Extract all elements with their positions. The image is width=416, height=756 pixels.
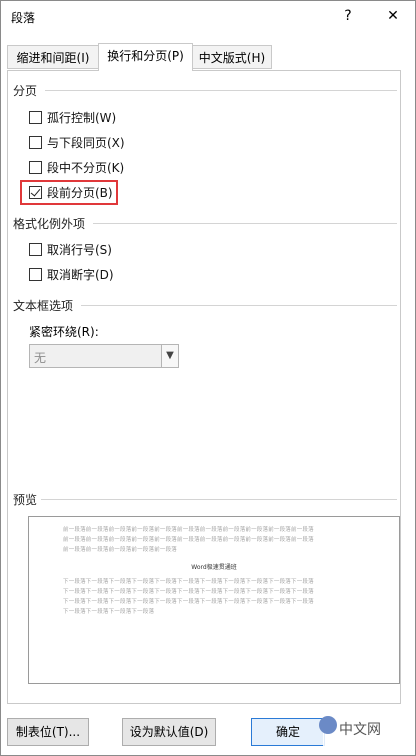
- preview-next-line: 下一段落下一段落下一段落下一段落下一段落下一段落下一段落下一段落下一段落下一段落…: [63, 579, 314, 585]
- tab-asian-typography[interactable]: 中文版式(H): [192, 45, 272, 69]
- divider: [45, 90, 397, 91]
- checkbox-suppress-line-numbers[interactable]: 取消行号(S): [29, 240, 112, 258]
- tight-wrap-value: 无: [34, 351, 47, 365]
- preview-current-text: Word极速贯通班: [191, 564, 237, 571]
- checkbox-label: 取消行号(S): [47, 242, 112, 257]
- divider: [81, 305, 397, 306]
- watermark-text: 中文网: [339, 722, 381, 738]
- tight-wrap-label: 紧密环绕(R):: [29, 325, 99, 339]
- chevron-down-icon[interactable]: ▼: [161, 345, 178, 367]
- checkbox-box[interactable]: [29, 110, 42, 124]
- tab-line-page-breaks[interactable]: 换行和分页(P): [98, 43, 193, 71]
- highlight-box: [20, 180, 118, 205]
- checkbox-box[interactable]: [29, 135, 42, 149]
- preview-prev-line: 前一段落前一段落前一段落前一段落前一段落: [63, 547, 178, 553]
- tab-indents-spacing[interactable]: 缩进和间距(I): [7, 45, 99, 69]
- dialog-title: 段落: [11, 11, 36, 25]
- preview-next-line: 下一段落下一段落下一段落下一段落下一段落下一段落下一段落下一段落下一段落下一段落…: [63, 589, 314, 595]
- checkbox-box[interactable]: [29, 267, 42, 281]
- preview-prev-line: 前一段落前一段落前一段落前一段落前一段落前一段落前一段落前一段落前一段落前一段落…: [63, 527, 314, 533]
- checkbox-keep-lines-together[interactable]: 段中不分页(K): [29, 158, 124, 176]
- tab-bar: 缩进和间距(I) 换行和分页(P) 中文版式(H): [1, 41, 415, 71]
- preview-prev-line: 前一段落前一段落前一段落前一段落前一段落前一段落前一段落前一段落前一段落前一段落…: [63, 537, 314, 543]
- divider: [93, 223, 397, 224]
- checkbox-label: 与下段同页(X): [47, 135, 125, 150]
- section-format-exceptions: 格式化例外项: [13, 217, 86, 231]
- checkbox-box[interactable]: [29, 160, 42, 174]
- title-bar: 段落 ? ✕: [1, 1, 415, 33]
- section-textbox-options: 文本框选项: [13, 299, 74, 313]
- help-button[interactable]: ?: [337, 5, 359, 27]
- preview-next-line: 下一段落下一段落下一段落下一段落下一段落下一段落下一段落下一段落下一段落下一段落…: [63, 599, 314, 605]
- checkbox-label: 孤行控制(W): [47, 110, 117, 125]
- paragraph-dialog: 段落 ? ✕ 缩进和间距(I) 换行和分页(P) 中文版式(H) 分页 孤行控制…: [0, 0, 416, 756]
- section-pagination: 分页: [13, 84, 38, 98]
- divider: [41, 499, 397, 500]
- set-default-button[interactable]: 设为默认值(D): [122, 718, 216, 746]
- close-button[interactable]: ✕: [381, 5, 405, 27]
- preview-next-line: 下一段落下一段落下一段落下一段落: [63, 609, 155, 615]
- tabs-button[interactable]: 制表位(T)...: [7, 718, 89, 746]
- checkbox-box[interactable]: [29, 242, 42, 256]
- php-logo-icon: [319, 716, 337, 734]
- checkbox-label: 取消断字(D): [47, 267, 114, 282]
- checkbox-label: 段中不分页(K): [47, 160, 125, 175]
- preview-box: 前一段落前一段落前一段落前一段落前一段落前一段落前一段落前一段落前一段落前一段落…: [28, 516, 400, 684]
- tight-wrap-select[interactable]: 无 ▼: [29, 344, 179, 368]
- ok-button[interactable]: 确定: [251, 718, 325, 746]
- section-preview: 预览: [13, 493, 38, 507]
- checkbox-widow-control[interactable]: 孤行控制(W): [29, 108, 116, 126]
- checkbox-dont-hyphenate[interactable]: 取消断字(D): [29, 265, 114, 283]
- checkbox-keep-with-next[interactable]: 与下段同页(X): [29, 133, 125, 151]
